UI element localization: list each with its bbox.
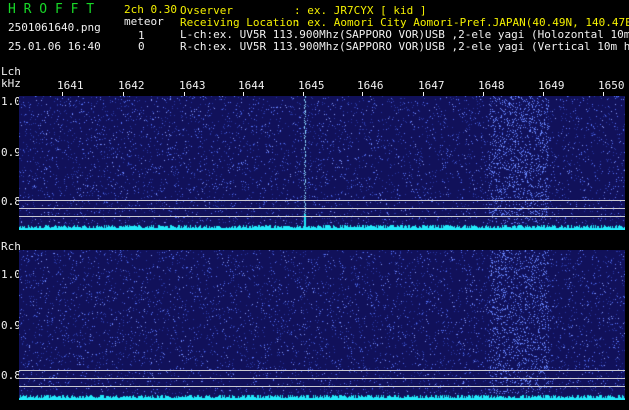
freq-tick-label: 1644 (238, 79, 265, 92)
rch-description: R-ch:ex. UV5R 113.900Mhz(SAPPORO VOR)USB… (180, 40, 629, 53)
rch-threshold-line (19, 378, 625, 379)
app-name: H R O F F T (8, 2, 95, 17)
freq-tick-label: 1642 (118, 79, 145, 92)
khz-unit-label: kHz (1, 77, 21, 90)
freq-tick-label: 1643 (179, 79, 206, 92)
freq-tick-label: 1645 (298, 79, 325, 92)
meteor-count-rch: 0 (138, 40, 145, 53)
rch-waterfall (19, 250, 625, 400)
freq-tick-label: 1649 (538, 79, 565, 92)
rch-label: Rch (1, 240, 21, 253)
observer-label: Ovserver (180, 4, 233, 17)
freq-tick-label: 1650 (598, 79, 625, 92)
filename: 2501061640.png (8, 21, 101, 34)
datetime: 25.01.06 16:40 (8, 40, 101, 53)
rch-threshold-line (19, 386, 625, 387)
observer-value: : ex. JR7CYX [ kid ] (294, 4, 427, 17)
rch-ytick-label: 1.0 (1, 268, 21, 281)
lch-threshold-line (19, 208, 625, 209)
lch-label: Lch (1, 65, 21, 78)
lch-description: L-ch:ex. UV5R 113.900Mhz(SAPPORO VOR)USB… (180, 28, 629, 41)
rch-ytick-label: 0.9 (1, 319, 21, 332)
lch-waterfall-canvas (19, 96, 625, 230)
mode-label: 2ch 0.30 (124, 3, 177, 16)
freq-tick-label: 1648 (478, 79, 505, 92)
lch-waterfall (19, 96, 625, 230)
lch-ytick-label: 1.0 (1, 95, 21, 108)
location-label: Receiving Location (180, 16, 300, 29)
lch-threshold-line (19, 216, 625, 217)
hrofft-screen: H R O F F T 2ch 0.30 meteor 2501061640.p… (0, 0, 629, 410)
lch-ytick-label: 0.9 (1, 146, 21, 159)
meteor-label: meteor (124, 15, 164, 28)
rch-threshold-line (19, 370, 625, 371)
freq-tick-label: 1641 (57, 79, 84, 92)
rch-ytick-label: 0.8 (1, 369, 21, 382)
freq-tick-label: 1647 (418, 79, 445, 92)
location-value: : ex. Aomori City Aomori-Pref.JAPAN(40.4… (294, 16, 629, 29)
freq-tick-label: 1646 (357, 79, 384, 92)
lch-threshold-line (19, 200, 625, 201)
lch-ytick-label: 0.8 (1, 195, 21, 208)
